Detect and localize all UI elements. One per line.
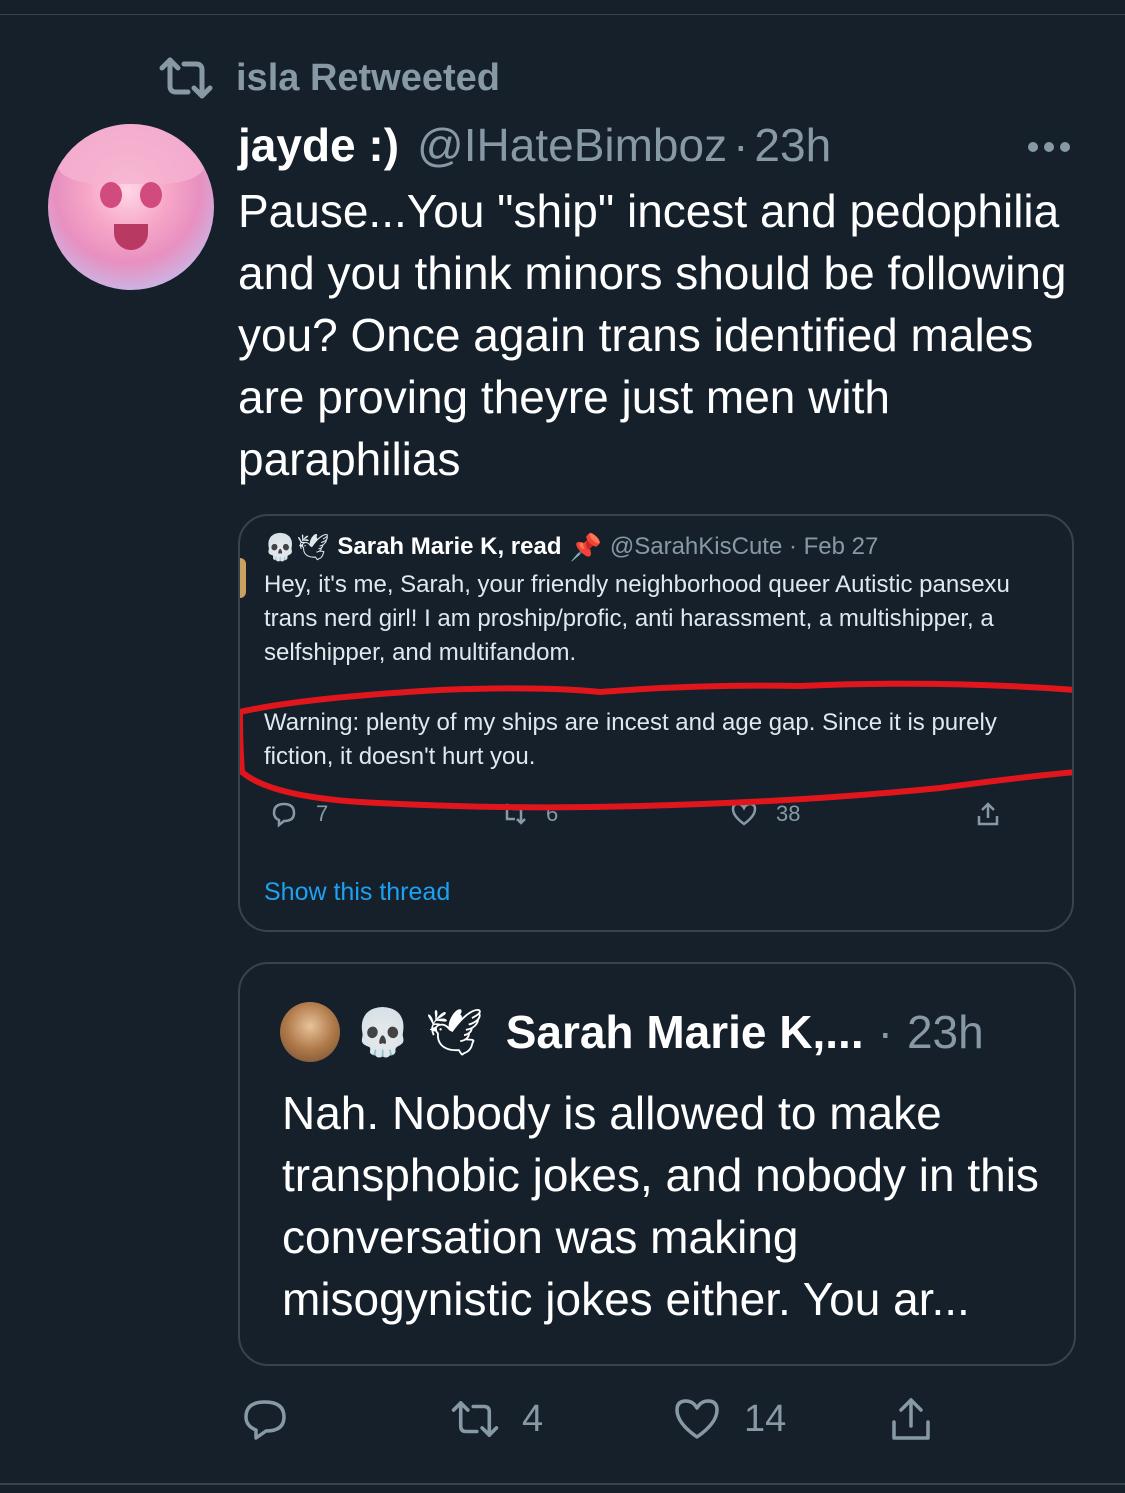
embedded-screenshot[interactable]: 💀🕊 Sarah Marie K, read 📌 @SarahKisCute ·… — [238, 514, 1074, 932]
embedded-tweet-header: 💀🕊 Sarah Marie K, read 📌 @SarahKisCute ·… — [264, 530, 1072, 564]
retweet-context[interactable]: isla Retweeted — [158, 54, 500, 102]
display-name[interactable]: jayde :) — [238, 118, 399, 172]
tweet-header: jayde :) @IHateBimboz · 23h — [238, 118, 831, 172]
embedded-warning: Warning: plenty of my ships are incest a… — [264, 706, 1072, 774]
reply-icon — [244, 1400, 286, 1440]
heart-icon — [731, 802, 757, 826]
separator-dot: · — [733, 119, 749, 171]
share-button[interactable] — [886, 1394, 936, 1444]
retweet-count: 4 — [522, 1397, 544, 1440]
user-handle[interactable]: @IHateBimboz — [417, 118, 727, 172]
quoted-avatar — [280, 1002, 340, 1062]
retweet-icon — [502, 803, 526, 825]
embedded-handle: @SarahKisCute · Feb 27 — [609, 533, 879, 560]
more-options-icon[interactable] — [1028, 142, 1070, 152]
share-icon — [977, 802, 999, 826]
embedded-display-name: Sarah Marie K, read — [337, 533, 562, 560]
embedded-bio: Hey, it's me, Sarah, your friendly neigh… — [264, 568, 1072, 670]
embedded-like: 38 — [730, 800, 800, 828]
avatar-mouth — [114, 224, 148, 250]
warning-line: fiction, it doesn't hurt you. — [264, 743, 536, 770]
show-thread-link: Show this thread — [264, 878, 451, 906]
embedded-reply: 7 — [270, 800, 328, 828]
tweet-text: Pause...You "ship" incest and pedophilia… — [238, 185, 1067, 485]
like-button[interactable]: 14 — [672, 1394, 786, 1444]
quoted-tweet-text: Nah. Nobody is allowed to make transphob… — [282, 1087, 1039, 1325]
quoted-tweet[interactable]: 💀 🕊 Sarah Marie K,... · 23h Nah. Nobody … — [238, 962, 1076, 1366]
tweet-page: isla Retweeted jayde :) @IHateBimboz · 2… — [0, 0, 1125, 1493]
cropped-avatar — [240, 558, 246, 598]
retweet-context-label: isla Retweeted — [236, 56, 500, 99]
retweet-button[interactable]: 4 — [450, 1394, 543, 1444]
dove-emoji: 🕊 — [425, 1005, 484, 1058]
bio-line: trans nerd girl! I am proship/profic, an… — [264, 605, 994, 632]
top-divider — [0, 14, 1125, 15]
reply-icon — [272, 802, 296, 828]
separator-dot: · — [877, 1006, 893, 1058]
share-icon — [892, 1398, 930, 1440]
embedded-share — [974, 800, 1002, 828]
bio-line: selfshipper, and multifandom. — [264, 639, 577, 666]
avatar-eye — [140, 182, 162, 208]
embedded-tweet: 💀🕊 Sarah Marie K, read 📌 @SarahKisCute ·… — [264, 530, 1072, 670]
pin-emoji: 📌 — [569, 531, 602, 562]
skull-emoji: 💀 — [354, 1005, 412, 1058]
embedded-retweet: 6 — [500, 800, 558, 828]
warning-line: Warning: plenty of my ships are incest a… — [264, 709, 997, 736]
avatar-hair — [58, 124, 204, 184]
skull-dove-emoji: 💀🕊 — [264, 531, 330, 562]
retweet-icon — [451, 1401, 499, 1437]
tweet-actions: 4 14 — [240, 1394, 1000, 1450]
avatar-eye — [100, 182, 122, 208]
reply-button[interactable] — [240, 1394, 290, 1444]
heart-icon — [675, 1399, 719, 1439]
bottom-divider — [0, 1483, 1125, 1485]
quoted-tweet-header: 💀 🕊 Sarah Marie K,... · 23h — [280, 1002, 984, 1062]
quoted-display-name: Sarah Marie K,... — [505, 1006, 864, 1058]
avatar[interactable] — [48, 124, 214, 290]
like-count: 14 — [744, 1397, 787, 1440]
tweet-time[interactable]: 23h — [754, 118, 831, 172]
bio-line: Hey, it's me, Sarah, your friendly neigh… — [264, 571, 1010, 598]
retweet-icon — [159, 57, 213, 99]
embedded-actions: 7 6 38 — [270, 800, 1030, 836]
quoted-time: 23h — [906, 1006, 984, 1058]
